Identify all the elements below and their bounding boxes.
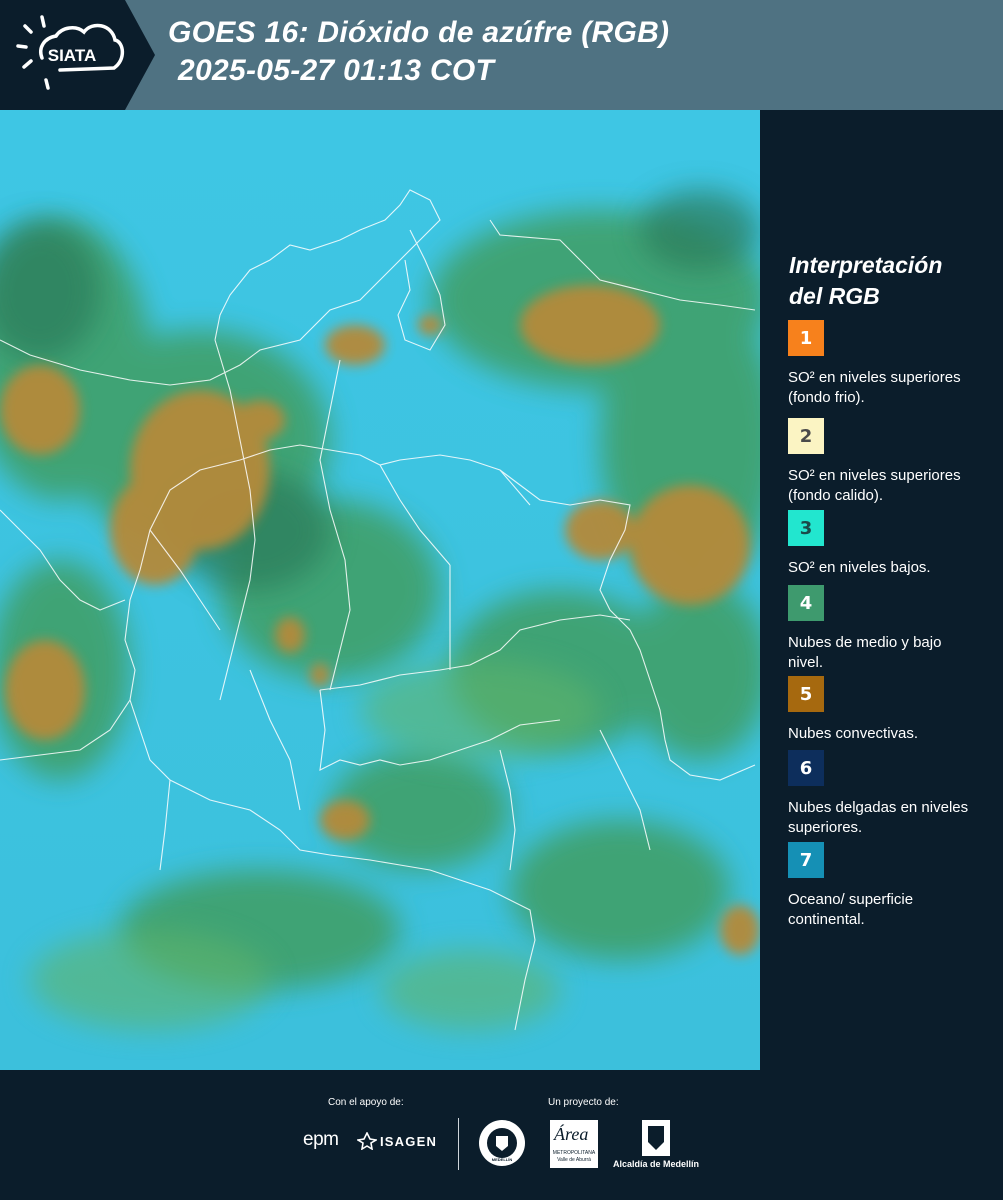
legend-label-7: Oceano/ superficie continental. — [788, 891, 914, 928]
legend-swatch-5: 5 — [788, 676, 824, 712]
project-caption: Un proyecto de: — [548, 1097, 619, 1108]
legend-title-line-1: Interpretación — [789, 252, 943, 278]
legend-item-2: 2 SO² en niveles superiores (fondo calid… — [788, 418, 978, 506]
legend-label-6: Nubes delgadas en niveles superiores. — [788, 799, 969, 836]
legend-title: Interpretación del RGB — [789, 250, 989, 312]
area-logo-sub2: Valle de Aburrá — [557, 1157, 591, 1163]
siata-logo-text: SIATA — [48, 46, 96, 65]
legend-item-1: 1 SO² en niveles superiores (fondo frio)… — [788, 320, 978, 408]
legend-swatch-3: 3 — [788, 510, 824, 546]
legend-item-6: 6 Nubes delgadas en niveles superiores. — [788, 750, 978, 838]
alcaldia-label: Alcaldía de Medellín — [613, 1159, 700, 1169]
legend-label-4: Nubes de medio y bajo nivel. — [788, 634, 942, 671]
epm-logo: epm — [303, 1129, 339, 1150]
legend-label-2: SO² en niveles superiores (fondo calido)… — [788, 467, 961, 504]
legend-item-3: 3 SO² en niveles bajos. — [788, 510, 978, 578]
seal-text: MEDELLÍN — [491, 1157, 513, 1162]
isagen-logo: ISAGEN — [380, 1134, 438, 1149]
satellite-image — [0, 110, 760, 1070]
legend-item-4: 4 Nubes de medio y bajo nivel. — [788, 585, 978, 673]
alcaldia-shield-icon — [642, 1120, 670, 1156]
isagen-logo-icon — [357, 1132, 377, 1150]
legend-title-line-2: del RGB — [789, 283, 880, 309]
legend-swatch-7: 7 — [788, 842, 824, 878]
legend-swatch-6: 6 — [788, 750, 824, 786]
area-metropolitana-logo: Área METROPOLITANA Valle de Aburrá — [550, 1120, 598, 1168]
siata-logo-tab: SIATA — [0, 0, 155, 110]
area-logo-sub1: METROPOLITANA — [552, 1150, 596, 1156]
footer: Con el apoyo de: Un proyecto de: epm ISA… — [0, 1070, 1003, 1200]
legend-item-7: 7 Oceano/ superficie continental. — [788, 842, 978, 930]
footer-divider — [458, 1118, 459, 1170]
area-logo-text: Área — [554, 1124, 589, 1144]
title-line-2: 2025-05-27 01:13 COT — [178, 54, 495, 87]
legend-swatch-4: 4 — [788, 585, 824, 621]
legend-label-1: SO² en niveles superiores (fondo frio). — [788, 369, 961, 406]
page-title: GOES 16: Dióxido de azúfre (RGB) 2025-05… — [168, 14, 669, 90]
legend-swatch-2: 2 — [788, 418, 824, 454]
legend-swatch-1: 1 — [788, 320, 824, 356]
header-bar: SIATA GOES 16: Dióxido de azúfre (RGB) 2… — [0, 0, 1003, 110]
satellite-map[interactable] — [0, 110, 760, 1070]
legend-panel: Interpretación del RGB 1 SO² en niveles … — [760, 110, 1003, 1070]
legend-label-5: Nubes convectivas. — [788, 725, 919, 742]
legend-item-5: 5 Nubes convectivas. — [788, 676, 978, 744]
title-line-1: GOES 16: Dióxido de azúfre (RGB) — [168, 16, 670, 49]
legend-label-3: SO² en niveles bajos. — [788, 559, 931, 576]
support-caption: Con el apoyo de: — [328, 1097, 404, 1108]
